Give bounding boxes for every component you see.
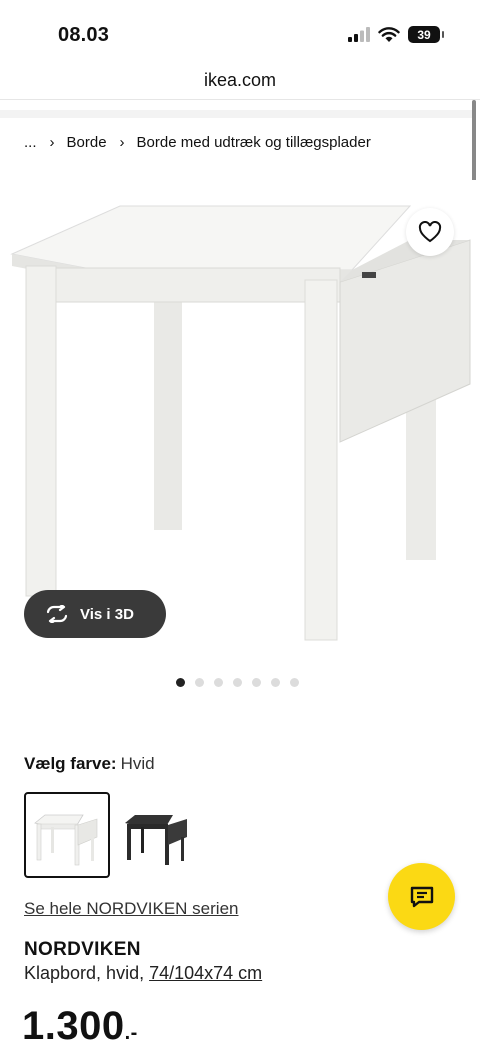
product-description: Klapbord, hvid, 74/104x74 cm: [24, 963, 262, 984]
status-icons: 39: [348, 26, 444, 43]
breadcrumb-item-borde[interactable]: Borde: [67, 134, 107, 151]
battery-level: 39: [417, 27, 431, 42]
carousel-indicator: [176, 678, 299, 687]
breadcrumb: ... › Borde › Borde med udtræk og tillæg…: [24, 134, 371, 151]
white-table-thumbnail: [34, 814, 98, 866]
carousel-dot[interactable]: [195, 678, 204, 687]
url-text: ikea.com: [203, 70, 277, 90]
product-name: NORDVIKEN: [24, 939, 141, 960]
heart-icon: [418, 221, 442, 243]
carousel-dot[interactable]: [252, 678, 261, 687]
header-divider: [0, 110, 472, 118]
view-in-3d-button[interactable]: Vis i 3D: [24, 590, 166, 638]
chevron-right-icon: ›: [49, 134, 55, 151]
status-time: 08.03: [58, 24, 110, 46]
rotate-3d-icon: [46, 605, 68, 623]
url-bar[interactable]: ikea.com: [0, 62, 480, 100]
black-table-thumbnail: [125, 815, 187, 865]
product-dimensions-link[interactable]: 74/104x74 cm: [149, 963, 262, 983]
breadcrumb-item-current[interactable]: Borde med udtræk og tillægsplader: [137, 134, 371, 151]
selected-color: Hvid: [120, 754, 155, 773]
chat-button[interactable]: [388, 863, 455, 930]
signal-icon: [348, 27, 370, 42]
color-label: Vælg farve: Hvid: [24, 754, 155, 774]
color-option-black[interactable]: [114, 792, 200, 878]
favorite-button[interactable]: [406, 208, 454, 256]
battery-icon: 39: [408, 26, 444, 43]
breadcrumb-ellipsis[interactable]: ...: [24, 134, 37, 151]
chat-icon: [410, 886, 433, 907]
carousel-dot[interactable]: [214, 678, 223, 687]
price-value: 1.300: [22, 1004, 125, 1041]
carousel-dot[interactable]: [290, 678, 299, 687]
status-bar: 08.03 39: [0, 0, 480, 62]
series-link[interactable]: Se hele NORDVIKEN serien: [24, 899, 238, 919]
carousel-dot[interactable]: [233, 678, 242, 687]
view-in-3d-label: Vis i 3D: [80, 605, 134, 623]
price-suffix: .-: [124, 1022, 138, 1041]
product-price: 1.300.-: [22, 1004, 138, 1041]
carousel-dot[interactable]: [271, 678, 280, 687]
carousel-dot[interactable]: [176, 678, 185, 687]
color-label-text: Vælg farve:: [24, 754, 117, 773]
chevron-right-icon: ›: [119, 134, 125, 151]
product-type: Klapbord, hvid,: [24, 963, 150, 983]
wifi-icon: [378, 26, 400, 42]
color-option-white[interactable]: [24, 792, 110, 878]
